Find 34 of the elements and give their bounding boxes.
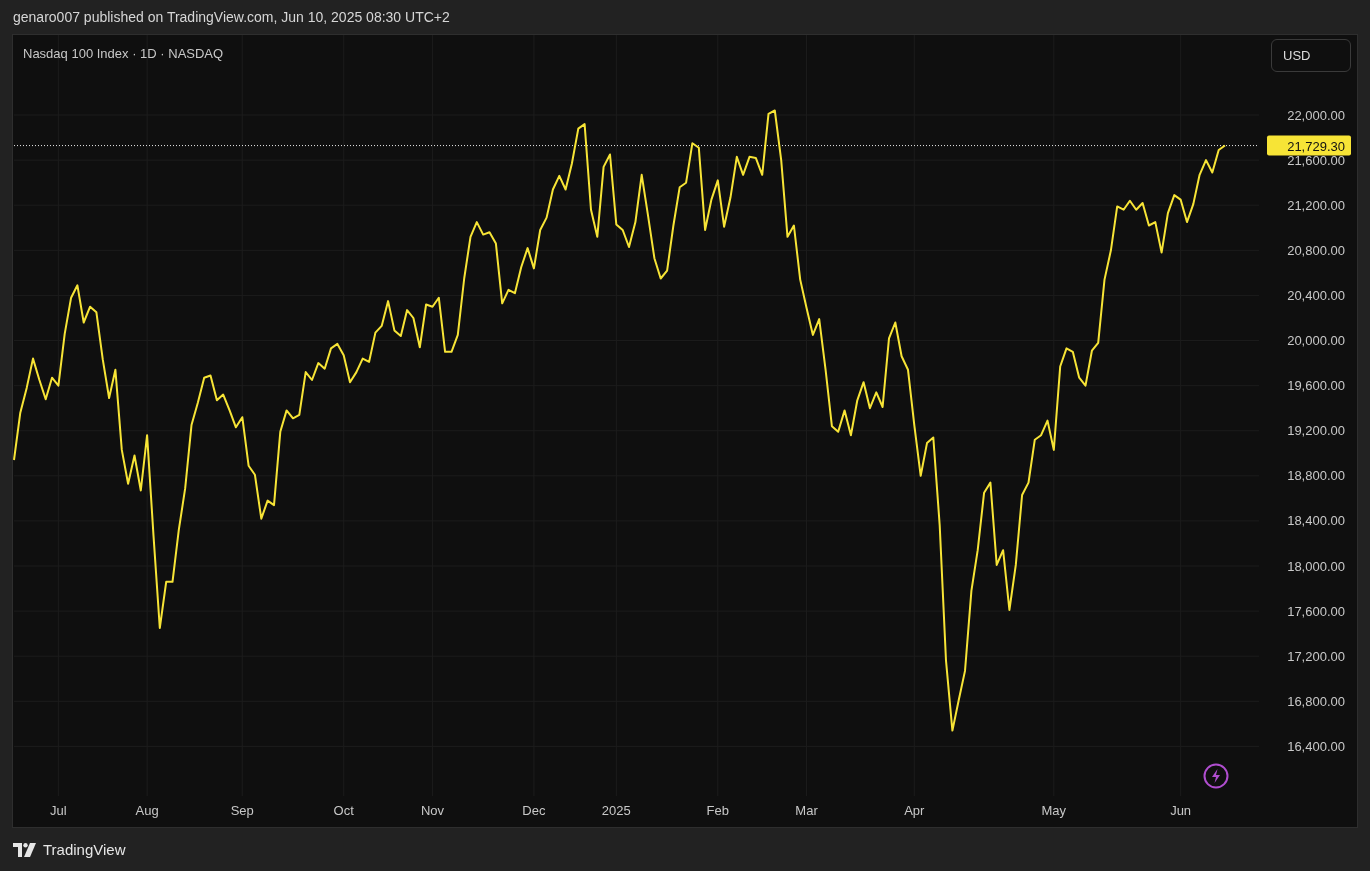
brand-name: TradingView	[43, 841, 126, 858]
time-axis-label: Dec	[522, 803, 546, 818]
currency-button[interactable]: USD	[1271, 39, 1351, 72]
time-axis-label: Mar	[795, 803, 818, 818]
price-axis-label: 19,600.00	[1287, 378, 1345, 394]
logo-icon	[13, 842, 37, 857]
price-axis-label: 22,000.00	[1287, 107, 1345, 123]
price-axis-label: 17,600.00	[1287, 603, 1345, 619]
symbol-legend: Nasdaq 100 Index · 1D · NASDAQ	[23, 46, 224, 61]
time-axis-label: Feb	[706, 803, 729, 818]
price-axis-label: 18,400.00	[1287, 513, 1345, 529]
time-axis-label: Nov	[420, 803, 444, 818]
price-axis-label: 18,800.00	[1287, 468, 1345, 484]
time-axis-label: May	[1041, 803, 1067, 818]
price-axis-label: 19,200.00	[1287, 423, 1345, 439]
price-axis-label: 21,200.00	[1287, 197, 1345, 213]
time-axis-label: 2025	[601, 803, 631, 818]
time-axis-label: Apr	[904, 803, 925, 818]
time-axis-label: Sep	[230, 803, 254, 818]
ref-line-label: 21,729.30	[1287, 138, 1345, 154]
publish-info: genaro007 published on TradingView.com, Jun 10, 2025 08:30 UTC+2	[13, 9, 450, 25]
price-axis-label: 16,800.00	[1287, 693, 1345, 709]
time-axis-label: Jul	[50, 803, 67, 818]
time-axis-label: Oct	[333, 803, 354, 818]
last-price-label: 21,729.30	[1267, 135, 1351, 156]
lightning-icon[interactable]	[1203, 763, 1229, 789]
price-axis-label: 20,000.00	[1287, 333, 1345, 349]
price-axis-label: 20,400.00	[1287, 287, 1345, 303]
time-axis-label: Aug	[135, 803, 159, 818]
price-axis-label: 16,400.00	[1287, 738, 1345, 754]
price-axis-label: 18,000.00	[1287, 558, 1345, 574]
price-axis-label: 17,200.00	[1287, 648, 1345, 664]
price-axis-label: 20,800.00	[1287, 242, 1345, 258]
time-axis-label: Jun	[1170, 803, 1192, 818]
